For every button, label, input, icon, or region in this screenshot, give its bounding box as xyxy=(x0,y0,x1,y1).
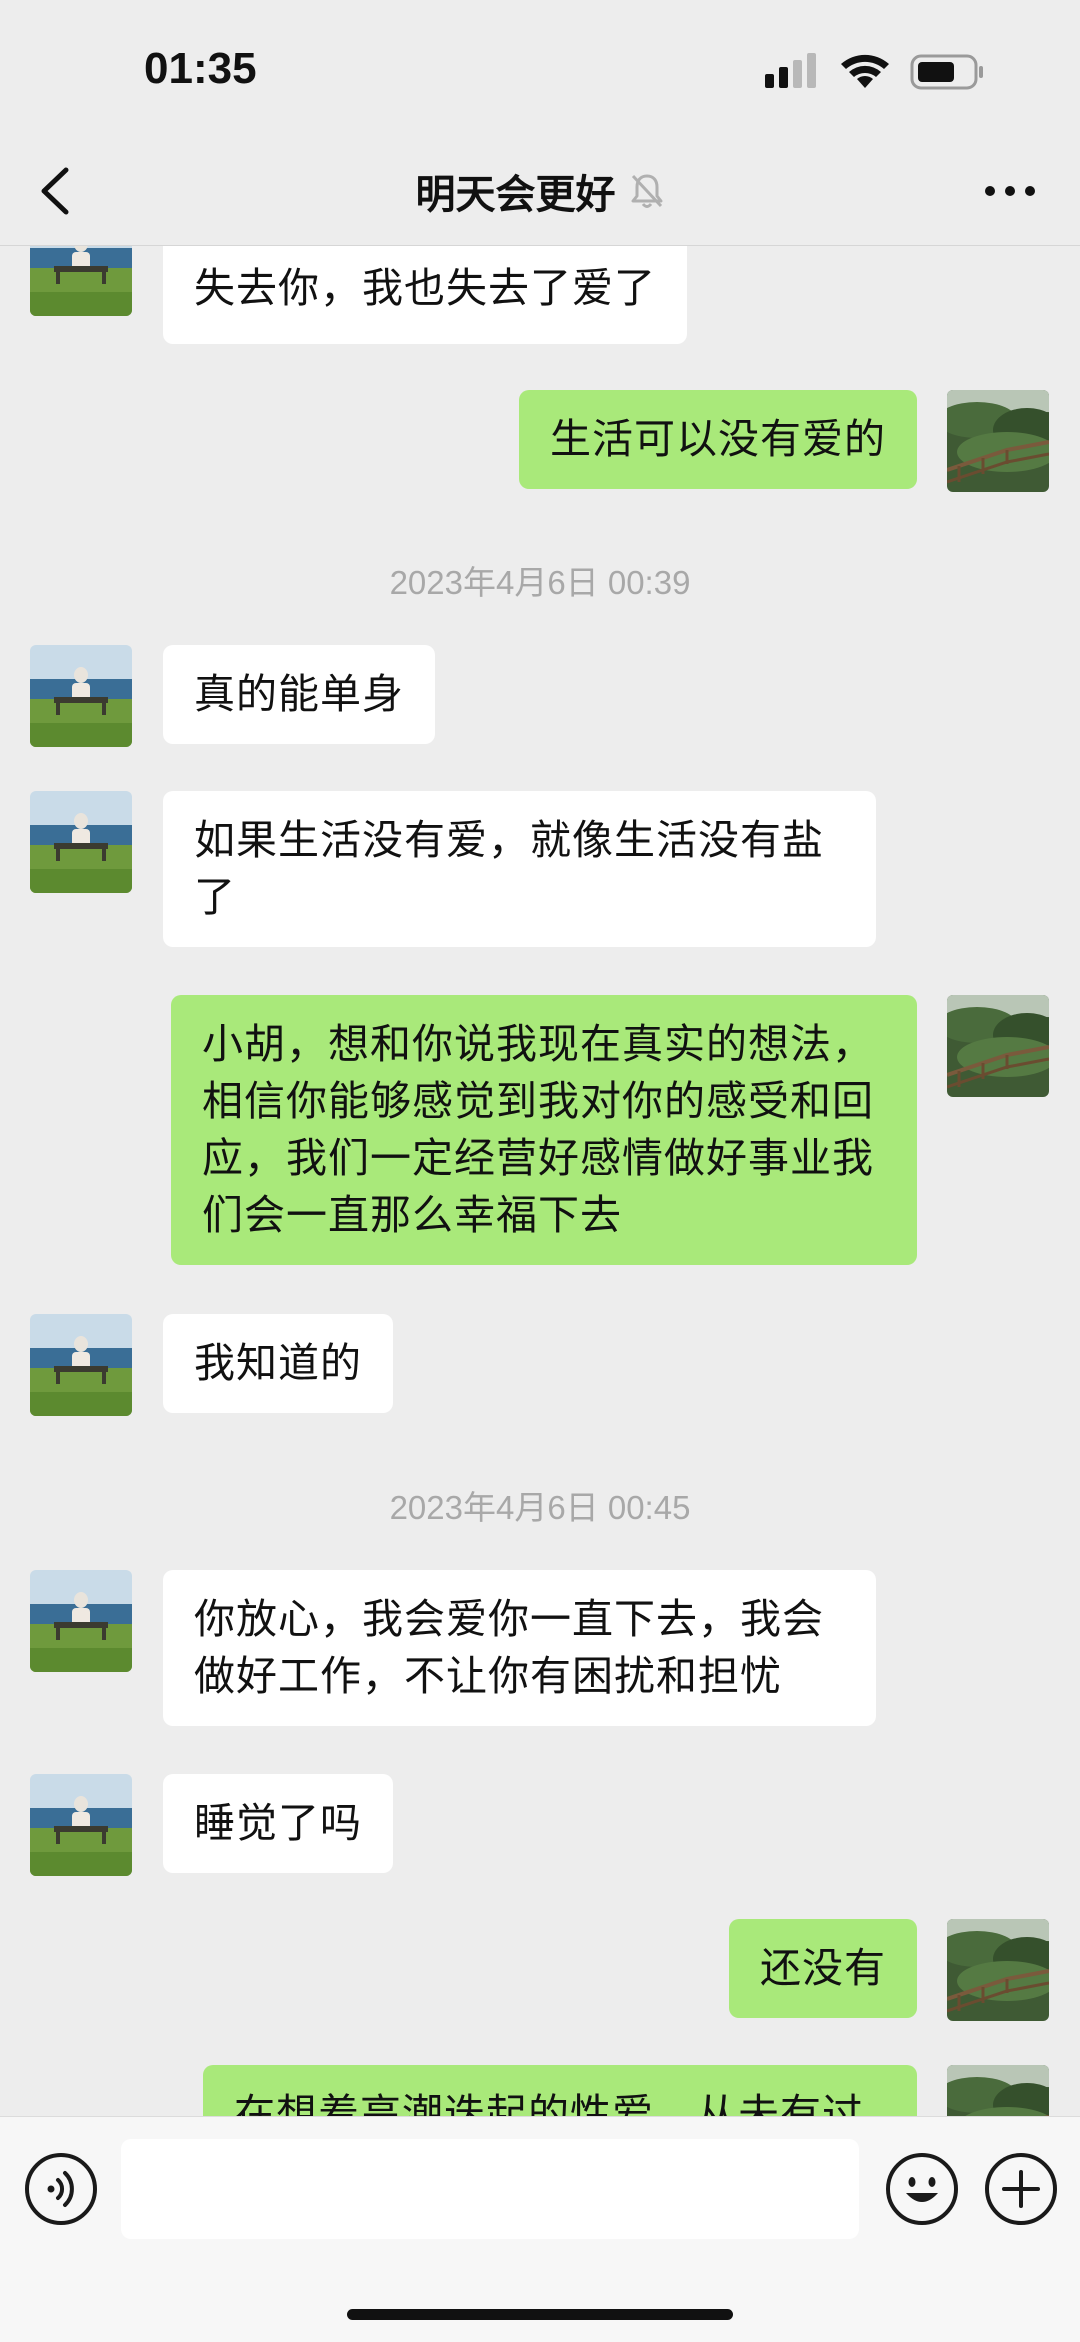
message-row: 我知道的 xyxy=(0,1314,1080,1418)
message-row: 如果生活没有爱，就像生活没有盐了 xyxy=(0,791,1080,951)
emoji-icon[interactable] xyxy=(886,2153,958,2225)
message-bubble[interactable]: 还没有 xyxy=(729,1919,917,2018)
my-avatar[interactable] xyxy=(947,1919,1049,2021)
message-row: 小胡，想和你说我现在真实的想法，相信你能够感觉到我对你的感受和回应，我们一定经营… xyxy=(0,995,1080,1275)
battery-icon xyxy=(910,54,983,90)
wifi-icon xyxy=(841,54,889,88)
message-row: 你放心，我会爱你一直下去，我会做好工作，不让你有困扰和担忧 xyxy=(0,1570,1080,1730)
contact-avatar[interactable] xyxy=(30,645,132,747)
home-indicator[interactable] xyxy=(347,2309,733,2320)
message-bubble[interactable]: 真的能单身 xyxy=(163,645,435,744)
input-bar xyxy=(0,2116,1080,2342)
my-avatar[interactable] xyxy=(947,995,1049,1097)
status-bar: 01:35 xyxy=(0,0,1080,140)
status-icons xyxy=(765,53,983,90)
message-bubble[interactable]: 如果生活没有爱，就像生活没有盐了 xyxy=(163,791,876,947)
chat-title: 明天会更好 xyxy=(415,172,616,218)
message-row: 睡觉了吗 xyxy=(0,1774,1080,1878)
message-bubble[interactable]: 失去你，我也失去了爱了 xyxy=(163,246,687,344)
message-input[interactable] xyxy=(121,2139,859,2239)
my-avatar[interactable] xyxy=(947,2065,1049,2116)
signal-icon xyxy=(765,53,816,88)
plus-icon[interactable] xyxy=(985,2153,1057,2225)
contact-avatar[interactable] xyxy=(30,791,132,893)
message-bubble[interactable]: 生活可以没有爱的 xyxy=(519,390,917,489)
contact-avatar[interactable] xyxy=(30,246,132,316)
chat-header: 明天会更好 xyxy=(0,140,1080,246)
message-bubble[interactable]: 睡觉了吗 xyxy=(163,1774,393,1873)
message-row: 真的能单身 xyxy=(0,645,1080,749)
message-bubble[interactable]: 我知道的 xyxy=(163,1314,393,1413)
message-row: 在想着高潮迭起的性爱，从未有过 xyxy=(0,2065,1080,2116)
message-bubble[interactable]: 在想着高潮迭起的性爱，从未有过 xyxy=(203,2065,917,2116)
timestamp: 2023年4月6日 00:39 xyxy=(389,564,691,601)
bell-muted-icon xyxy=(631,174,663,208)
message-row: 还没有 xyxy=(0,1919,1080,2023)
status-time: 01:35 xyxy=(144,44,257,93)
voice-icon[interactable] xyxy=(25,2153,97,2225)
message-bubble[interactable]: 你放心，我会爱你一直下去，我会做好工作，不让你有困扰和担忧 xyxy=(163,1570,876,1726)
message-bubble[interactable]: 小胡，想和你说我现在真实的想法，相信你能够感觉到我对你的感受和回应，我们一定经营… xyxy=(171,995,917,1265)
contact-avatar[interactable] xyxy=(30,1570,132,1672)
message-row: 生活可以没有爱的 xyxy=(0,390,1080,494)
timestamp: 2023年4月6日 00:45 xyxy=(389,1489,691,1526)
message-row: 失去你，我也失去了爱了 xyxy=(0,246,1080,346)
chat-title-wrap: 明天会更好 xyxy=(0,162,1080,220)
my-avatar[interactable] xyxy=(947,390,1049,492)
chat-messages[interactable]: 失去你，我也失去了爱了 生活可以没有爱的 2023年4月6日 00:39 真的能… xyxy=(0,246,1080,2116)
more-dots-icon[interactable] xyxy=(982,176,1042,206)
contact-avatar[interactable] xyxy=(30,1774,132,1876)
contact-avatar[interactable] xyxy=(30,1314,132,1416)
